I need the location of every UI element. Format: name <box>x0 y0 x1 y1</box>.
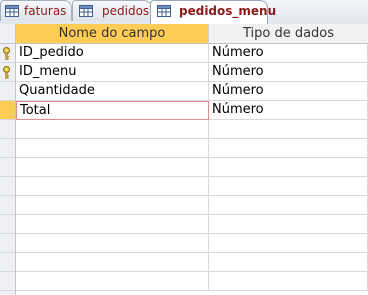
grid-header-row: Nome do campo Tipo de dados <box>0 24 368 44</box>
row-selector-current[interactable] <box>0 101 15 120</box>
tab-faturas[interactable]: faturas <box>0 0 72 21</box>
field-name-cell[interactable]: ID_menu <box>16 63 209 82</box>
tab-pedidos[interactable]: pedidos <box>72 0 152 21</box>
row-selector[interactable] <box>0 120 15 139</box>
data-type-cell[interactable] <box>209 120 368 139</box>
column-header-field-name[interactable]: Nome do campo <box>16 24 209 43</box>
row-selector[interactable] <box>0 158 15 177</box>
data-type-cell[interactable] <box>209 139 368 158</box>
field-name-cell[interactable] <box>16 177 209 196</box>
data-type-cell[interactable]: Número <box>209 101 368 120</box>
data-type-cell[interactable] <box>209 253 368 272</box>
data-type-cell[interactable] <box>209 177 368 196</box>
data-type-cell[interactable] <box>209 196 368 215</box>
field-name-cell[interactable]: ID_pedido <box>16 44 209 63</box>
data-type-cell[interactable] <box>209 234 368 253</box>
field-name-cell[interactable] <box>16 234 209 253</box>
table-row-empty <box>16 139 368 158</box>
field-name-cell[interactable] <box>16 272 209 291</box>
table-row-empty <box>16 177 368 196</box>
table-row-empty <box>16 196 368 215</box>
table-row-empty <box>16 158 368 177</box>
field-name-cell[interactable] <box>16 120 209 139</box>
field-name-cell[interactable] <box>16 215 209 234</box>
data-type-cell[interactable] <box>209 158 368 177</box>
data-type-cell[interactable]: Número <box>209 63 368 82</box>
row-selector[interactable] <box>0 234 15 253</box>
row-selector-column <box>0 44 16 295</box>
table-row-empty <box>16 234 368 253</box>
row-selector[interactable] <box>0 44 15 63</box>
row-selector[interactable] <box>0 177 15 196</box>
table-row-empty <box>16 215 368 234</box>
primary-key-icon <box>3 66 10 79</box>
field-name-cell-editing[interactable]: Total <box>16 101 209 120</box>
table-row: ID_pedido Número <box>16 44 368 63</box>
tab-label: pedidos <box>102 4 150 18</box>
select-all-corner[interactable] <box>0 24 16 43</box>
data-type-cell[interactable] <box>209 215 368 234</box>
table-row-current: Total Número <box>16 101 368 120</box>
table-row-empty <box>16 253 368 272</box>
data-type-cell[interactable] <box>209 272 368 291</box>
primary-key-icon <box>3 47 10 60</box>
field-name-cell[interactable] <box>16 253 209 272</box>
row-selector[interactable] <box>0 196 15 215</box>
table-icon <box>5 5 19 17</box>
data-type-cell[interactable]: Número <box>209 82 368 101</box>
row-selector[interactable] <box>0 253 15 272</box>
column-header-data-type[interactable]: Tipo de dados <box>209 24 368 43</box>
table-icon <box>157 5 171 17</box>
row-selector[interactable] <box>0 63 15 82</box>
field-grid: ID_pedido Número ID_menu Número Quantida… <box>16 44 368 295</box>
document-tab-strip: faturas pedidos pedidos_menu <box>0 0 368 25</box>
row-selector[interactable] <box>0 139 15 158</box>
table-row: Quantidade Número <box>16 82 368 101</box>
data-type-cell[interactable]: Número <box>209 44 368 63</box>
table-row-empty <box>16 272 368 291</box>
tab-pedidos-menu[interactable]: pedidos_menu <box>150 0 276 24</box>
tab-label: pedidos_menu <box>179 4 277 18</box>
row-selector[interactable] <box>0 215 15 234</box>
table-row-empty <box>16 120 368 139</box>
row-selector[interactable] <box>0 82 15 101</box>
field-name-cell[interactable] <box>16 139 209 158</box>
field-name-cell[interactable]: Quantidade <box>16 82 209 101</box>
tab-label: faturas <box>24 4 67 18</box>
row-selector[interactable] <box>0 272 15 291</box>
table-row: ID_menu Número <box>16 63 368 82</box>
field-name-cell[interactable] <box>16 196 209 215</box>
table-icon <box>79 5 93 17</box>
field-name-cell[interactable] <box>16 158 209 177</box>
